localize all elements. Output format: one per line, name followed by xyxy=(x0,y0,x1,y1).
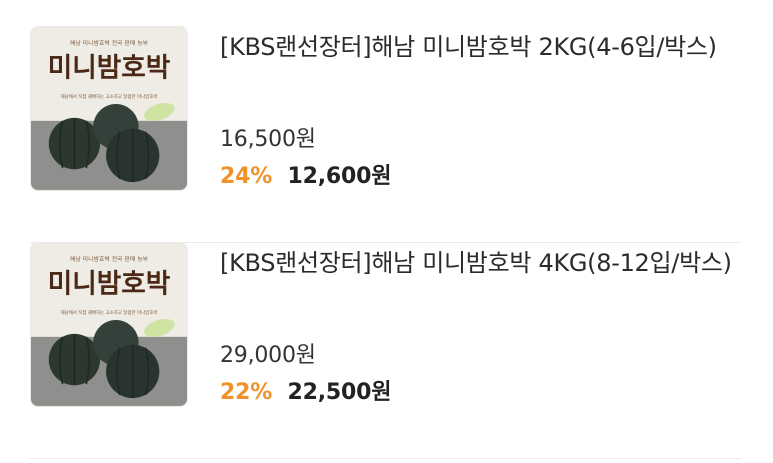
product-title[interactable]: [KBS랜선장터]해남 미니밤호박 4KG(8-12입/박스) xyxy=(220,244,750,282)
discount-rate: 24% xyxy=(220,164,273,189)
divider xyxy=(30,458,742,459)
product-item[interactable]: 해남 미니밤호박 전국 판매 농부 미니밤호박 해남에서 직접 재배하는 고소하… xyxy=(0,0,773,216)
product-image-label-top: 해남 미니밤호박 전국 판매 농부 xyxy=(70,255,149,263)
product-image-label-sub: 해남에서 직접 재배하는 고소하고 달콤한 미니밤호박 xyxy=(61,93,158,100)
product-item[interactable]: 해남 미니밤호박 전국 판매 농부 미니밤호박 해남에서 직접 재배하는 고소하… xyxy=(0,216,773,432)
product-image-label-sub: 해남에서 직접 재배하는 고소하고 달콤한 미니밤호박 xyxy=(61,309,158,316)
sale-price: 12,600원 xyxy=(287,164,392,189)
product-thumbnail[interactable]: 해남 미니밤호박 전국 판매 농부 미니밤호박 해남에서 직접 재배하는 고소하… xyxy=(30,242,188,407)
price-line: 22% 22,500원 xyxy=(220,374,391,406)
product-image-logo-text: 미니밤호박 xyxy=(48,52,171,83)
product-title[interactable]: [KBS랜선장터]해남 미니밤호박 2KG(4-6입/박스) xyxy=(220,28,750,66)
sale-price: 22,500원 xyxy=(287,380,392,405)
price-line: 24% 12,600원 xyxy=(220,158,391,190)
original-price: 29,000원 xyxy=(220,343,316,368)
product-image-label-top: 해남 미니밤호박 전국 판매 농부 xyxy=(70,39,149,47)
discount-rate: 22% xyxy=(220,380,273,405)
product-thumbnail[interactable]: 해남 미니밤호박 전국 판매 농부 미니밤호박 해남에서 직접 재배하는 고소하… xyxy=(30,26,188,191)
product-list: 해남 미니밤호박 전국 판매 농부 미니밤호박 해남에서 직접 재배하는 고소하… xyxy=(0,0,773,463)
product-image-logo-text: 미니밤호박 xyxy=(48,268,171,299)
original-price: 16,500원 xyxy=(220,127,316,152)
